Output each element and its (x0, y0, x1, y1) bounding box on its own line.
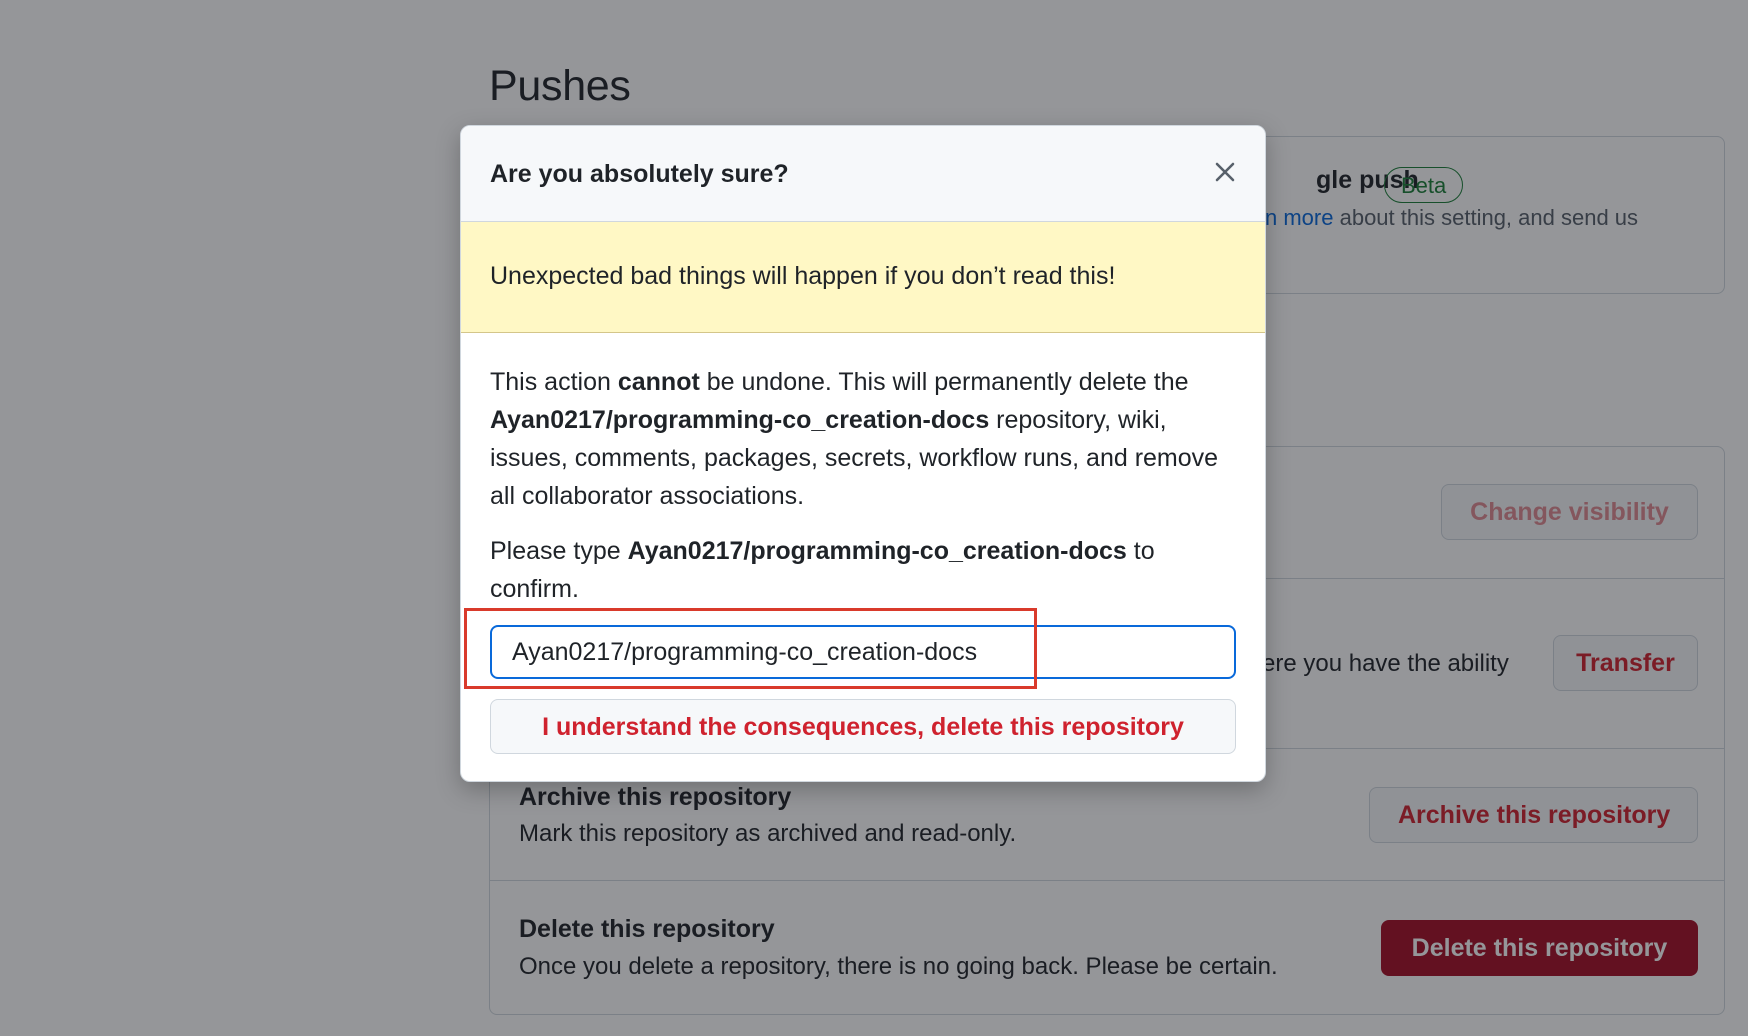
confirm-instruction: Please type Ayan0217/programming-co_crea… (490, 537, 1155, 603)
close-icon (1215, 162, 1235, 182)
delete-confirm-dialog: Are you absolutely sure? Unexpected bad … (460, 125, 1266, 782)
warning-banner: Unexpected bad things will happen if you… (461, 222, 1265, 333)
dialog-header: Are you absolutely sure? (461, 126, 1265, 222)
dialog-description: This action cannot be undone. This will … (490, 368, 1219, 510)
repository-name-input[interactable] (490, 625, 1236, 679)
dialog-title: Are you absolutely sure? (490, 160, 789, 188)
warning-text: Unexpected bad things will happen if you… (490, 262, 1116, 290)
close-button[interactable] (1207, 154, 1243, 190)
confirm-delete-button[interactable]: I understand the consequences, delete th… (490, 699, 1236, 754)
